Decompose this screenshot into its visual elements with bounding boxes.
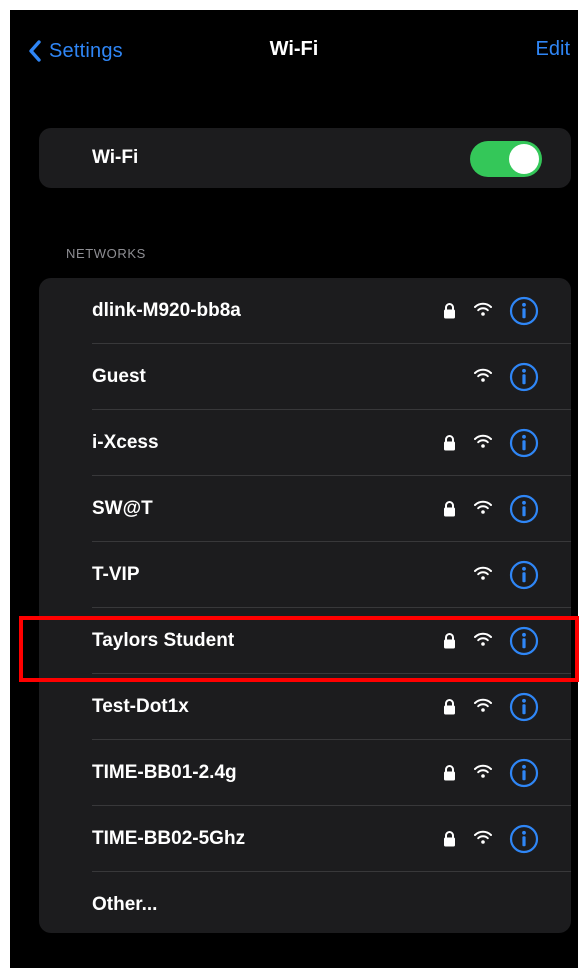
wifi-signal-icon bbox=[474, 566, 492, 580]
wifi-signal-icon bbox=[474, 632, 492, 646]
lock-icon bbox=[444, 831, 455, 847]
wifi-signal-icon bbox=[474, 302, 492, 316]
network-row[interactable]: dlink-M920-bb8a bbox=[39, 278, 571, 344]
network-name: SW@T bbox=[92, 498, 153, 519]
lock-icon bbox=[444, 303, 455, 319]
wifi-toggle-knob bbox=[509, 144, 539, 174]
network-name: T-VIP bbox=[92, 564, 140, 585]
info-circle-icon[interactable] bbox=[509, 626, 539, 656]
network-name: Guest bbox=[92, 366, 146, 387]
lock-icon bbox=[444, 435, 455, 451]
network-name: TIME-BB01-2.4g bbox=[92, 762, 237, 783]
info-circle-icon[interactable] bbox=[509, 758, 539, 788]
info-circle-icon[interactable] bbox=[509, 494, 539, 524]
network-row[interactable]: Taylors Student bbox=[39, 608, 571, 674]
wifi-signal-icon bbox=[474, 500, 492, 514]
network-row[interactable]: Test-Dot1x bbox=[39, 674, 571, 740]
network-name: TIME-BB02-5Ghz bbox=[92, 828, 246, 849]
wifi-toggle-label: Wi-Fi bbox=[92, 147, 139, 168]
wifi-signal-icon bbox=[474, 764, 492, 778]
wifi-signal-icon bbox=[474, 368, 492, 382]
info-circle-icon[interactable] bbox=[509, 428, 539, 458]
info-circle-icon[interactable] bbox=[509, 824, 539, 854]
network-row[interactable]: i-Xcess bbox=[39, 410, 571, 476]
wifi-toggle-switch[interactable] bbox=[470, 141, 542, 177]
lock-icon bbox=[444, 765, 455, 781]
chevron-left-icon bbox=[29, 40, 41, 62]
info-circle-icon[interactable] bbox=[509, 362, 539, 392]
network-name: Test-Dot1x bbox=[92, 696, 189, 717]
info-circle-icon[interactable] bbox=[509, 560, 539, 590]
network-row[interactable]: TIME-BB01-2.4g bbox=[39, 740, 571, 806]
back-button[interactable]: Settings bbox=[28, 36, 123, 66]
network-name: dlink-M920-bb8a bbox=[92, 300, 241, 321]
wifi-signal-icon bbox=[474, 830, 492, 844]
network-name: i-Xcess bbox=[92, 432, 159, 453]
lock-icon bbox=[444, 699, 455, 715]
screen: Settings Wi-Fi Edit Wi-Fi NETWORKS dlink… bbox=[10, 10, 578, 968]
wifi-toggle-row: Wi-Fi bbox=[39, 128, 571, 188]
network-row[interactable]: T-VIP bbox=[39, 542, 571, 608]
network-row[interactable]: Guest bbox=[39, 344, 571, 410]
other-network-row[interactable]: Other... bbox=[39, 872, 571, 933]
back-button-label: Settings bbox=[49, 39, 123, 62]
other-network-label: Other... bbox=[92, 894, 158, 915]
wifi-signal-icon bbox=[474, 698, 492, 712]
info-circle-icon[interactable] bbox=[509, 692, 539, 722]
lock-icon bbox=[444, 633, 455, 649]
wifi-signal-icon bbox=[474, 434, 492, 448]
network-row[interactable]: TIME-BB02-5Ghz bbox=[39, 806, 571, 872]
info-circle-icon[interactable] bbox=[509, 296, 539, 326]
networks-section-header: NETWORKS bbox=[66, 246, 146, 261]
network-list: dlink-M920-bb8a Guest i-Xcess SW@T T-VIP Tayl… bbox=[39, 278, 571, 933]
edit-button[interactable]: Edit bbox=[536, 38, 570, 61]
lock-icon bbox=[444, 501, 455, 517]
network-row[interactable]: SW@T bbox=[39, 476, 571, 542]
network-name: Taylors Student bbox=[92, 630, 235, 651]
